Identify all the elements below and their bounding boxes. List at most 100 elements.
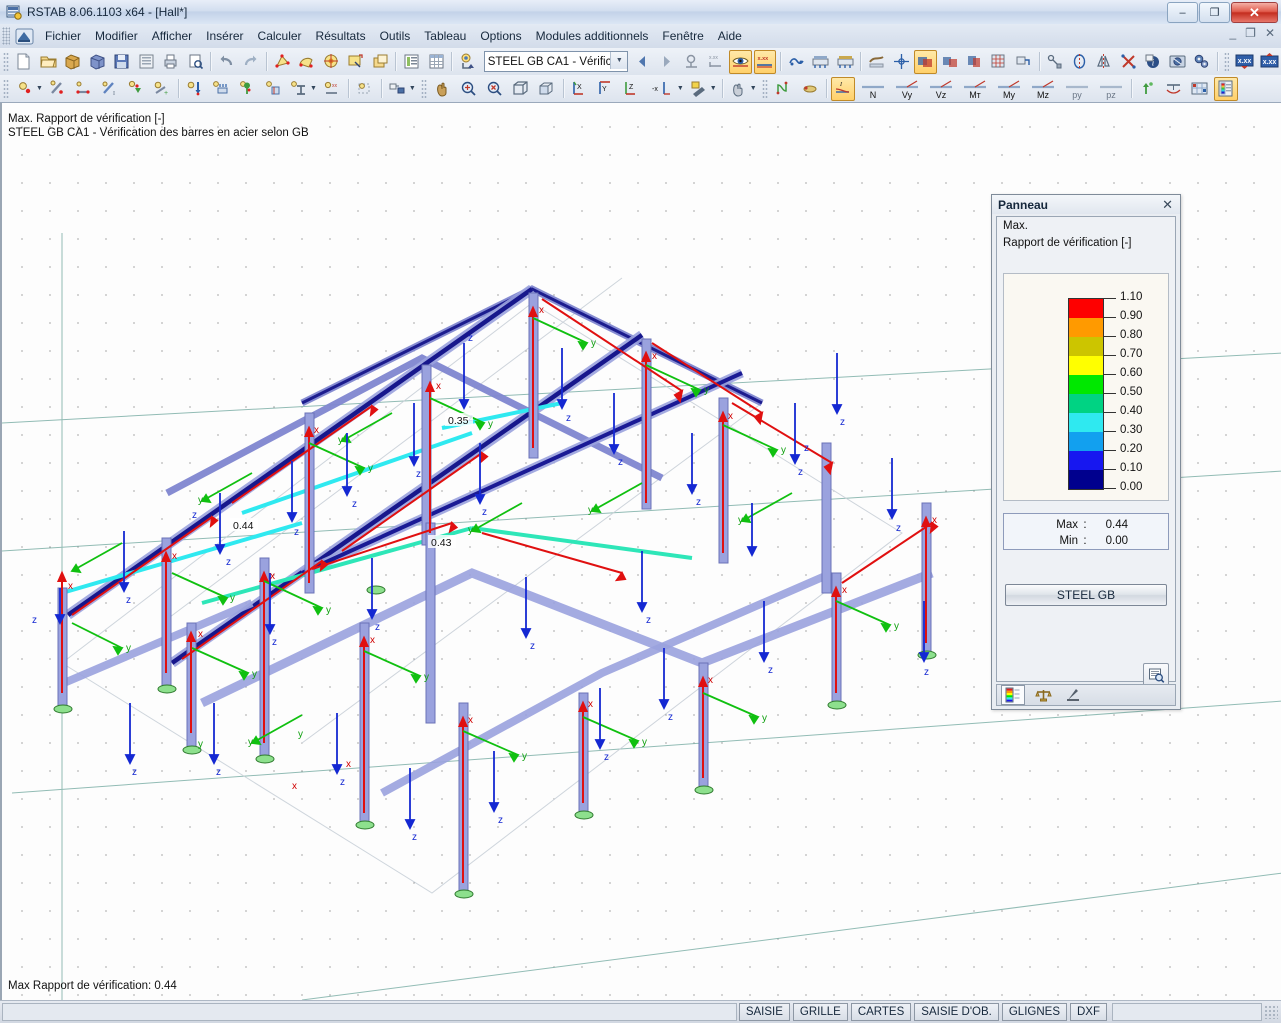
chevron-down-icon[interactable]: ▼ (610, 52, 628, 69)
mdi-minimize-button[interactable]: _ (1229, 26, 1236, 40)
maximize-button[interactable]: ❐ (1199, 2, 1230, 23)
menu-item-resultats[interactable]: Résultats (309, 26, 373, 46)
diagram-axial-icon[interactable]: I (830, 76, 855, 101)
table-list-icon[interactable] (400, 50, 422, 74)
diagram-MT-icon[interactable]: Mт (959, 77, 991, 101)
min-value-icon[interactable]: x.xx (1233, 50, 1255, 74)
steel-gb-button[interactable]: STEEL GB (1005, 584, 1167, 606)
dimension-icon[interactable] (1068, 50, 1090, 74)
member-result-icon[interactable] (798, 77, 822, 101)
result-table-icon[interactable] (1188, 77, 1212, 101)
view-x-icon[interactable]: X (568, 77, 592, 101)
work-plane-icon[interactable] (1012, 50, 1034, 74)
zoom-all-icon[interactable] (457, 77, 481, 101)
info-icon[interactable]: i (1141, 50, 1163, 74)
deformation-icon[interactable] (1162, 77, 1186, 101)
new-nodal-release-icon[interactable] (261, 77, 285, 101)
open-model-icon[interactable] (62, 50, 84, 74)
close-button[interactable]: ✕ (1231, 2, 1278, 23)
color-scale-tab[interactable] (1001, 685, 1025, 705)
menu-item-calculer[interactable]: Calculer (251, 26, 309, 46)
support-forces-icon[interactable] (1136, 77, 1160, 101)
toolbar2-grip-1[interactable] (3, 79, 9, 98)
new-node-dropdown-arrow[interactable]: ▼ (36, 85, 43, 92)
menu-item-tableau[interactable]: Tableau (417, 26, 473, 46)
new-set-of-members-icon[interactable]: + (150, 77, 174, 101)
diagram-Mz-icon[interactable]: Mz (1027, 77, 1059, 101)
mdi-close-button[interactable]: ✕ (1265, 26, 1275, 40)
members-render-icon[interactable] (810, 50, 832, 74)
rotate-icon[interactable] (1117, 50, 1139, 74)
object-snap-icon[interactable] (914, 49, 937, 74)
new-imperfection-icon[interactable] (235, 77, 259, 101)
diagram-Vz-icon[interactable]: Vz (925, 77, 957, 101)
view-dropdown-arrow[interactable]: ▼ (677, 85, 684, 92)
save-icon[interactable] (110, 50, 132, 74)
pan-hand-icon[interactable] (431, 77, 455, 101)
menu-item-modifier[interactable]: Modifier (88, 26, 145, 46)
new-member-load-icon[interactable] (209, 77, 233, 101)
photo-icon[interactable] (1166, 50, 1188, 74)
diagram-My-icon[interactable]: My (993, 77, 1025, 101)
new-support-icon[interactable] (124, 77, 148, 101)
menu-item-options[interactable]: Options (473, 26, 528, 46)
select-special-icon[interactable] (320, 50, 342, 74)
panel-toggle-icon[interactable] (1213, 76, 1238, 101)
member-diagram-icon[interactable] (772, 77, 796, 101)
menu-item-outils[interactable]: Outils (373, 26, 418, 46)
menu-item-fenetre[interactable]: Fenêtre (655, 26, 710, 46)
toolbar2-grip-3[interactable] (761, 79, 768, 98)
panneau-window[interactable]: Panneau ✕ Max. Rapport de vérification [… (991, 194, 1181, 710)
render-dropdown-arrow[interactable]: ▼ (710, 85, 717, 92)
undo-icon[interactable] (215, 50, 237, 74)
max-value-icon[interactable]: x.xx (1258, 50, 1280, 74)
new-surface-icon[interactable] (353, 77, 377, 101)
diagram-Vy-icon[interactable]: Vy (891, 77, 923, 101)
select-nodes-icon[interactable] (296, 50, 318, 74)
plane-xy-icon[interactable] (939, 50, 961, 74)
deform-icon[interactable] (865, 50, 887, 74)
view-iso-icon[interactable] (535, 77, 559, 101)
status-tab-cartes[interactable]: CARTES (850, 1003, 912, 1021)
mirror-icon[interactable] (1093, 50, 1115, 74)
prev-case-icon[interactable] (631, 50, 653, 74)
next-case-icon[interactable] (656, 50, 678, 74)
settings-gears-icon[interactable] (1190, 50, 1212, 74)
status-tab-saisie-dob[interactable]: SAISIE D'OB. (914, 1003, 999, 1021)
new-window-icon[interactable] (369, 50, 391, 74)
status-tab-saisie[interactable]: SAISIE (738, 1003, 790, 1021)
save-as-icon[interactable] (135, 50, 157, 74)
grid-snap-icon[interactable] (890, 50, 912, 74)
new-member-icon[interactable] (46, 77, 70, 101)
select-window-icon[interactable] (345, 50, 367, 74)
open-file-icon[interactable] (37, 50, 59, 74)
color-legend[interactable]: 1.10 0.90 0.80 0.70 0.60 0.50 0.40 0.30 0.20 0.10… (1003, 273, 1169, 501)
menu-item-inserer[interactable]: Insérer (199, 26, 250, 46)
print-icon[interactable] (159, 50, 181, 74)
status-tab-grille[interactable]: GRILLE (792, 1003, 848, 1021)
plane-yz-icon[interactable] (988, 50, 1010, 74)
guide-lines-icon[interactable] (1044, 50, 1066, 74)
copy-offset-icon[interactable] (386, 77, 410, 101)
zoom-out-icon[interactable] (483, 77, 507, 101)
result-case-combobox[interactable]: STEEL GB CA1 - Vérificati ▼ (483, 51, 629, 72)
save-model-icon[interactable] (86, 50, 108, 74)
result-labels-icon[interactable]: x.xx (753, 49, 777, 74)
plane-xz-icon[interactable] (963, 50, 985, 74)
diagram-N-icon[interactable]: N (857, 77, 889, 101)
view-angle-tab[interactable] (1061, 685, 1085, 705)
menu-item-afficher[interactable]: Afficher (145, 26, 199, 46)
result-diagram-icon[interactable]: x.xx (705, 50, 727, 74)
redo-icon[interactable] (240, 50, 262, 74)
diagram-pz-icon[interactable]: pz (1095, 77, 1127, 101)
grab-hand-icon[interactable] (727, 77, 751, 101)
support-render-icon[interactable] (834, 50, 856, 74)
resize-grip-icon[interactable] (1264, 1005, 1278, 1019)
show-results-icon[interactable] (729, 49, 752, 74)
new-line-icon[interactable]: I (98, 77, 122, 101)
new-member-hinge-icon[interactable] (72, 77, 96, 101)
render-mode-icon[interactable] (687, 77, 711, 101)
select-graphic-icon[interactable] (271, 50, 293, 74)
factors-scale-tab[interactable] (1031, 685, 1055, 705)
new-node-icon[interactable] (13, 77, 37, 101)
